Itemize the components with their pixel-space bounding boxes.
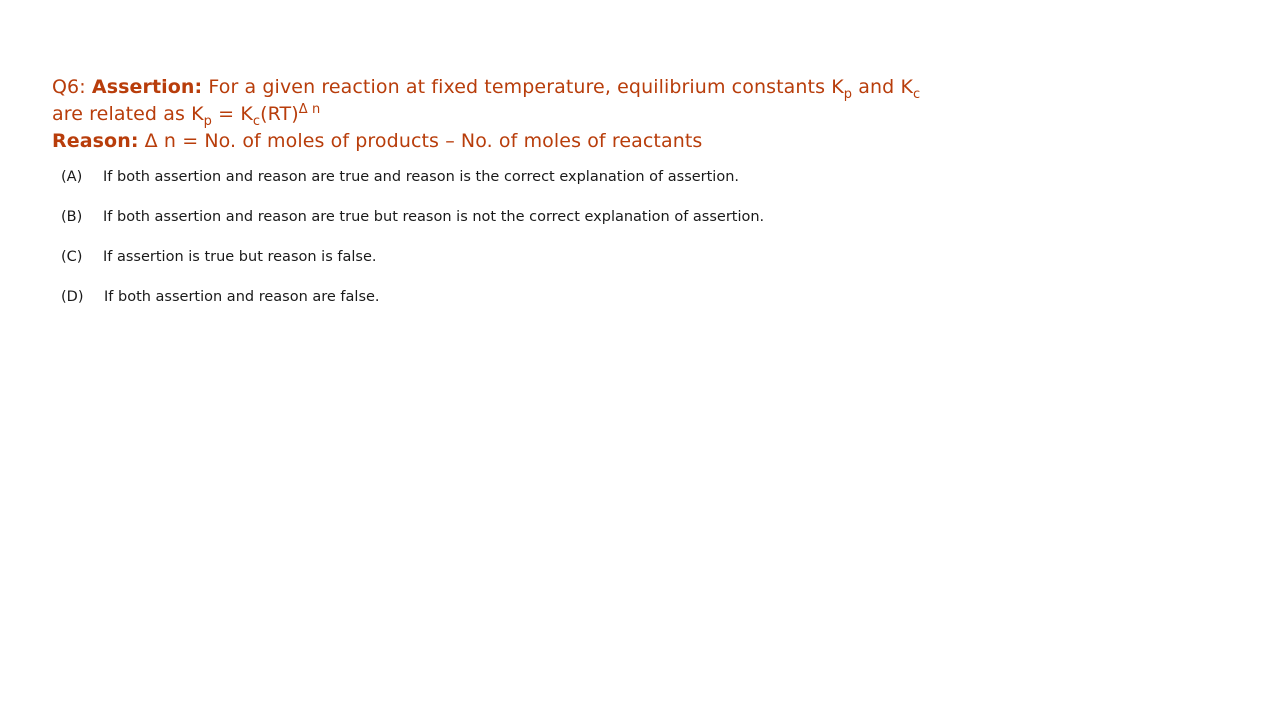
- option-letter: (D): [61, 289, 84, 305]
- option-b: (B) If both assertion and reason are tru…: [61, 206, 764, 246]
- rt-term: (RT): [260, 103, 299, 125]
- assertion-text: For a given reaction at fixed temperatur…: [202, 76, 844, 98]
- kp-subscript: p: [843, 87, 853, 102]
- reason-label: Reason:: [52, 130, 139, 152]
- option-text: If assertion is true but reason is false…: [103, 249, 377, 265]
- question-number: Q6:: [52, 76, 86, 98]
- option-text: If both assertion and reason are false.: [104, 289, 380, 305]
- assertion-label: Assertion:: [91, 76, 203, 98]
- option-letter: (B): [61, 209, 83, 225]
- delta-n-exponent: Δ n: [298, 102, 321, 117]
- and-kc-text: and K: [852, 76, 914, 98]
- option-letter: (C): [61, 249, 83, 265]
- equals-k-text: = K: [212, 103, 253, 125]
- kp-subscript-2: p: [203, 114, 213, 129]
- options-list: (A) If both assertion and reason are tru…: [61, 166, 764, 326]
- option-d: (D) If both assertion and reason are fal…: [61, 286, 764, 326]
- assertion-line-1: Q6: Assertion: For a given reaction at f…: [52, 74, 1152, 101]
- reason-line: Reason: Δ n = No. of moles of products –…: [52, 128, 1152, 155]
- assertion-line-2: are related as Kp = Kc(RT)Δ n: [52, 101, 1152, 128]
- option-letter: (A): [61, 169, 83, 185]
- reason-text: Δ n = No. of moles of products – No. of …: [138, 130, 703, 152]
- kc-subscript: c: [913, 87, 921, 102]
- option-a: (A) If both assertion and reason are tru…: [61, 166, 764, 206]
- question-block: Q6: Assertion: For a given reaction at f…: [52, 74, 1152, 155]
- option-text: If both assertion and reason are true bu…: [103, 209, 765, 225]
- relation-prefix: are related as K: [52, 103, 204, 125]
- option-c: (C) If assertion is true but reason is f…: [61, 246, 764, 286]
- option-text: If both assertion and reason are true an…: [103, 169, 740, 185]
- slide: Q6: Assertion: For a given reaction at f…: [0, 0, 1280, 720]
